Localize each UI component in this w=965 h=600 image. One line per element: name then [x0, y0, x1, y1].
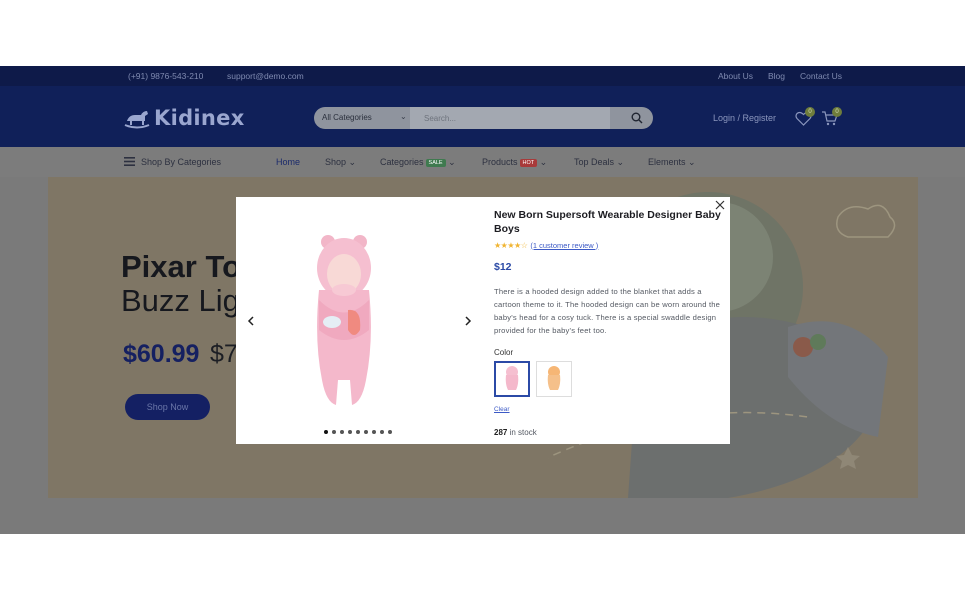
page-overlay: (+91) 9876-543-210 support@demo.com Abou… — [0, 66, 965, 534]
shop-now-button[interactable]: Shop Now — [125, 394, 210, 420]
hot-badge: HOT — [519, 159, 538, 167]
orange-swaddle-thumbnail — [547, 366, 561, 390]
hero-subtitle: Buzz Lig — [121, 283, 240, 318]
chevron-down-icon: ⌄ — [688, 157, 696, 167]
cart-count-badge: 0 — [832, 107, 842, 117]
stock-status: 287 in stock — [494, 428, 722, 437]
nav-label: Elements — [648, 157, 686, 167]
stock-suffix: in stock — [507, 428, 537, 437]
nav-item-home[interactable]: Home — [276, 157, 300, 167]
rating-stars-icon: ★★★★☆ — [494, 240, 528, 250]
carousel-dot[interactable] — [348, 430, 352, 434]
site-header: Kidinex All Categories ⌄ Login / Registe… — [0, 86, 965, 147]
nav-label: Home — [276, 157, 301, 167]
nav-item-elements[interactable]: Elements ⌄ — [648, 157, 696, 168]
about-us-link[interactable]: About Us — [718, 71, 753, 81]
hero-price: $60.99 — [123, 340, 200, 368]
chevron-right-icon[interactable] — [464, 316, 472, 326]
blog-link[interactable]: Blog — [768, 71, 785, 81]
customer-review-link[interactable]: (1 customer review ) — [530, 241, 598, 250]
menu-icon[interactable] — [124, 157, 135, 166]
login-register-link[interactable]: Login / Register — [713, 113, 776, 123]
logo-text: Kidinex — [154, 106, 245, 130]
product-rating: ★★★★☆ (1 customer review ) — [494, 240, 722, 250]
phone-number[interactable]: (+91) 9876-543-210 — [128, 71, 203, 81]
chevron-down-icon: ⌄ — [400, 112, 407, 121]
category-select[interactable]: All Categories — [322, 113, 372, 122]
color-swatch-orange[interactable] — [536, 361, 572, 397]
color-swatch-pink[interactable] — [494, 361, 530, 397]
carousel-dot[interactable] — [356, 430, 360, 434]
top-bar: (+91) 9876-543-210 support@demo.com Abou… — [0, 66, 965, 86]
main-nav: Shop By Categories Home Shop ⌄ Categorie… — [0, 147, 965, 177]
search-input[interactable] — [410, 107, 610, 129]
nav-label: Shop — [325, 157, 347, 167]
chevron-down-icon: ⌄ — [348, 157, 357, 167]
product-image — [317, 235, 371, 405]
chevron-down-icon: ⌄ — [539, 157, 548, 167]
image-carousel-dots — [324, 430, 392, 435]
search-icon[interactable] — [631, 112, 643, 124]
color-label: Color — [494, 348, 514, 357]
stock-count: 287 — [494, 428, 508, 437]
color-swatches — [494, 361, 722, 397]
chevron-down-icon: ⌄ — [448, 157, 456, 167]
site-logo[interactable]: Kidinex — [123, 105, 245, 131]
search-bar: All Categories ⌄ — [314, 107, 653, 129]
chevron-left-icon[interactable] — [247, 316, 255, 326]
wishlist-count-badge: 0 — [805, 107, 815, 117]
shop-by-categories-button[interactable]: Shop By Categories — [141, 157, 221, 167]
carousel-dot[interactable] — [380, 430, 384, 434]
nav-label: Products — [482, 157, 518, 167]
product-title: New Born Supersoft Wearable Designer Bab… — [494, 209, 721, 235]
nav-label: Categories — [380, 157, 424, 167]
sale-badge: SALE — [425, 159, 446, 167]
support-email[interactable]: support@demo.com — [227, 71, 304, 81]
carousel-dot[interactable] — [372, 430, 376, 434]
chevron-down-icon: ⌄ — [616, 157, 625, 167]
nav-item-shop[interactable]: Shop ⌄ — [325, 157, 356, 168]
clear-selection-link[interactable]: Clear — [494, 406, 510, 413]
nav-item-top-deals[interactable]: Top Deals ⌄ — [574, 157, 624, 168]
carousel-dot[interactable] — [364, 430, 368, 434]
rocking-horse-icon — [124, 111, 150, 129]
contact-us-link[interactable]: Contact Us — [800, 71, 842, 81]
nav-item-categories[interactable]: Categories SALE ⌄ — [380, 157, 456, 168]
pink-swaddle-thumbnail — [505, 366, 519, 390]
carousel-dot[interactable] — [324, 430, 328, 434]
hero-old-price: $7 — [210, 340, 238, 368]
quick-view-modal: New Born Supersoft Wearable Designer Bab… — [236, 197, 730, 444]
product-description: There is a hooded design added to the bl… — [494, 287, 721, 335]
product-price: $12 — [494, 261, 512, 273]
nav-label: Top Deals — [574, 157, 615, 167]
carousel-dot[interactable] — [340, 430, 344, 434]
nav-item-products[interactable]: Products HOT ⌄ — [482, 157, 547, 168]
product-info: New Born Supersoft Wearable Designer Bab… — [494, 208, 722, 437]
carousel-dot[interactable] — [388, 430, 392, 434]
carousel-dot[interactable] — [332, 430, 336, 434]
